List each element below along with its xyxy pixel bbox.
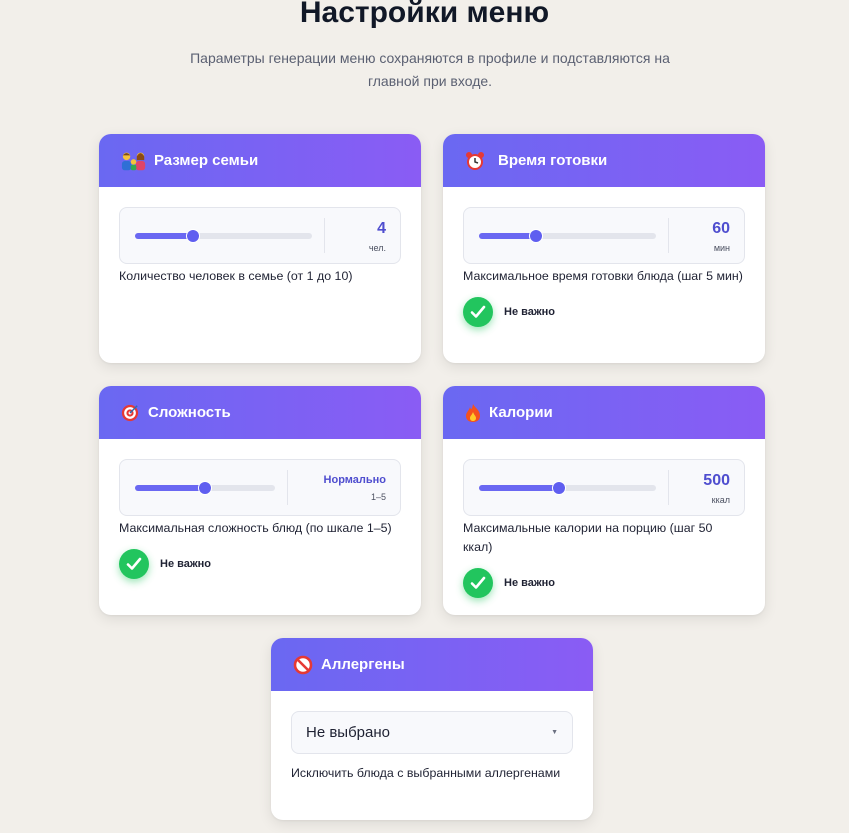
- value-display: 500 ккал: [669, 471, 744, 505]
- slider-thumb[interactable]: [187, 229, 200, 242]
- difficulty-value: Нормально: [323, 474, 386, 486]
- slider-thumb[interactable]: [199, 481, 211, 494]
- cooking-time-slider[interactable]: [479, 229, 656, 242]
- calories-description: Максимальные калории на порцию (шаг 50 к…: [463, 521, 713, 554]
- value-display: 4 чел.: [325, 219, 400, 253]
- family-size-card: Размер семьи 4 чел. Количество человек в…: [99, 134, 421, 363]
- alarm-clock-icon: [465, 150, 491, 172]
- calories-card: Калории 500 ккал Максимальные калории на…: [443, 386, 765, 615]
- select-value: Не выбрано: [306, 724, 390, 741]
- chevron-down-icon: ▼: [551, 729, 558, 736]
- fire-icon: [465, 402, 481, 424]
- unit-label: ккал: [711, 494, 730, 505]
- slider-fill: [135, 484, 205, 491]
- check-icon[interactable]: [463, 568, 493, 598]
- target-icon: [121, 402, 139, 424]
- calories-slider-box: 500 ккал: [463, 459, 745, 516]
- cooking-time-any-toggle[interactable]: Не важно: [463, 297, 745, 327]
- page-title: Настройки меню: [299, 0, 550, 29]
- cooking-time-slider-box: 60 мин: [463, 207, 745, 264]
- unit-label: мин: [713, 242, 730, 253]
- card-header: Аллергены: [271, 638, 593, 691]
- cooking-time-value: 60: [712, 219, 730, 237]
- slider-thumb[interactable]: [552, 481, 565, 494]
- calories-any-toggle[interactable]: Не важно: [463, 568, 745, 598]
- card-header: Размер семьи: [99, 134, 421, 187]
- slider-fill: [479, 484, 559, 491]
- unit-label: чел.: [368, 242, 386, 253]
- difficulty-description: Максимальная сложность блюд (по шкале 1–…: [119, 521, 392, 535]
- family-size-description: Количество человек в семье (от 1 до 10): [119, 269, 353, 283]
- family-icon: [121, 150, 147, 172]
- card-title: Калории: [489, 404, 553, 421]
- range-label: 1–5: [370, 492, 386, 502]
- family-size-slider[interactable]: [135, 229, 312, 242]
- card-title: Сложность: [148, 404, 231, 421]
- allergens-description: Исключить блюда с выбранными аллергенами: [291, 766, 561, 780]
- difficulty-card: Сложность Нормально 1–5 Максимальная сло…: [99, 386, 421, 615]
- check-icon[interactable]: [463, 297, 493, 327]
- calories-value: 500: [703, 471, 730, 489]
- difficulty-slider[interactable]: [135, 481, 275, 494]
- check-icon[interactable]: [119, 549, 149, 579]
- slider-fill: [479, 232, 536, 239]
- card-header: Сложность: [99, 386, 421, 439]
- slider-fill: [135, 232, 194, 239]
- card-title: Аллергены: [321, 656, 405, 673]
- card-header: Время готовки: [443, 134, 765, 187]
- toggle-label: Не важно: [504, 306, 556, 318]
- calories-slider[interactable]: [479, 481, 656, 494]
- card-title: Размер семьи: [154, 152, 259, 169]
- allergens-card: Аллергены Не выбрано ▼ Исключить блюда с…: [271, 638, 593, 820]
- toggle-label: Не важно: [504, 577, 556, 589]
- value-display: Нормально 1–5: [288, 473, 400, 502]
- card-title: Время готовки: [498, 152, 608, 169]
- allergens-select[interactable]: Не выбрано ▼: [291, 711, 573, 754]
- difficulty-slider-box: Нормально 1–5: [119, 459, 401, 516]
- value-display: 60 мин: [669, 219, 744, 253]
- cooking-time-card: Время готовки 60 мин Максимальное время …: [443, 134, 765, 363]
- card-header: Калории: [443, 386, 765, 439]
- slider-thumb[interactable]: [529, 229, 542, 242]
- family-size-slider-box: 4 чел.: [119, 207, 401, 264]
- page-subtitle: Параметры генерации меню сохраняются в п…: [190, 50, 670, 89]
- cooking-time-description: Максимальное время готовки блюда (шаг 5 …: [463, 269, 743, 283]
- difficulty-any-toggle[interactable]: Не важно: [119, 549, 401, 579]
- family-size-value: 4: [377, 219, 386, 237]
- toggle-label: Не важно: [160, 558, 212, 570]
- prohibited-icon: [293, 654, 313, 676]
